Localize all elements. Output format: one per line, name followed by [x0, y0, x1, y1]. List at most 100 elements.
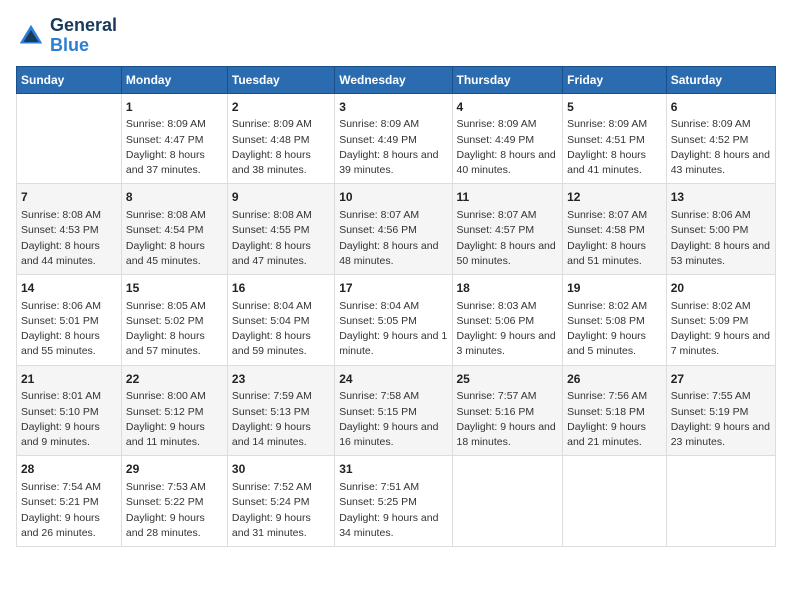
- day-number: 12: [567, 189, 662, 206]
- day-number: 30: [232, 461, 330, 478]
- weekday-header-monday: Monday: [121, 66, 227, 93]
- day-detail: Sunrise: 8:09 AMSunset: 4:49 PMDaylight:…: [339, 117, 447, 178]
- calendar-cell: 9Sunrise: 8:08 AMSunset: 4:55 PMDaylight…: [227, 184, 334, 275]
- calendar-cell: 4Sunrise: 8:09 AMSunset: 4:49 PMDaylight…: [452, 93, 563, 184]
- day-detail: Sunrise: 8:01 AMSunset: 5:10 PMDaylight:…: [21, 389, 117, 450]
- weekday-header-friday: Friday: [563, 66, 667, 93]
- day-detail: Sunrise: 8:06 AMSunset: 5:01 PMDaylight:…: [21, 299, 117, 360]
- day-number: 13: [671, 189, 771, 206]
- day-detail: Sunrise: 7:56 AMSunset: 5:18 PMDaylight:…: [567, 389, 662, 450]
- day-number: 6: [671, 99, 771, 116]
- calendar-cell: 26Sunrise: 7:56 AMSunset: 5:18 PMDayligh…: [563, 365, 667, 456]
- day-number: 14: [21, 280, 117, 297]
- day-number: 21: [21, 371, 117, 388]
- day-detail: Sunrise: 7:54 AMSunset: 5:21 PMDaylight:…: [21, 480, 117, 541]
- day-number: 26: [567, 371, 662, 388]
- calendar-cell: [452, 456, 563, 547]
- logo-text-line1: General: [50, 16, 117, 36]
- calendar-cell: [563, 456, 667, 547]
- weekday-header-row: SundayMondayTuesdayWednesdayThursdayFrid…: [17, 66, 776, 93]
- calendar-week-row: 28 Sunrise: 7:54 AMSunset: 5:21 PMDayligh…: [17, 456, 776, 547]
- day-detail: Sunrise: 8:02 AMSunset: 5:09 PMDaylight:…: [671, 299, 771, 360]
- calendar-cell: [17, 93, 122, 184]
- calendar-week-row: 1Sunrise: 8:09 AMSunset: 4:47 PMDaylight…: [17, 93, 776, 184]
- calendar-cell: 7Sunrise: 8:08 AMSunset: 4:53 PMDaylight…: [17, 184, 122, 275]
- day-detail: Sunrise: 7:52 AMSunset: 5:24 PMDaylight:…: [232, 480, 330, 541]
- day-number: 8: [126, 189, 223, 206]
- day-detail: Sunrise: 8:09 AMSunset: 4:52 PMDaylight:…: [671, 117, 771, 178]
- day-number: 3: [339, 99, 447, 116]
- day-number: 5: [567, 99, 662, 116]
- calendar-cell: 10Sunrise: 8:07 AMSunset: 4:56 PMDayligh…: [335, 184, 452, 275]
- calendar-cell: 25Sunrise: 7:57 AMSunset: 5:16 PMDayligh…: [452, 365, 563, 456]
- day-number: 1: [126, 99, 223, 116]
- calendar-cell: 28 Sunrise: 7:54 AMSunset: 5:21 PMDayligh…: [17, 456, 122, 547]
- weekday-header-saturday: Saturday: [666, 66, 775, 93]
- calendar-cell: 12 Sunrise: 8:07 AMSunset: 4:58 PMDayligh…: [563, 184, 667, 275]
- day-detail: Sunrise: 8:07 AMSunset: 4:56 PMDaylight:…: [339, 208, 447, 269]
- day-detail: Sunrise: 8:07 AMSunset: 4:58 PMDaylight:…: [567, 208, 662, 269]
- calendar-week-row: 21Sunrise: 8:01 AMSunset: 5:10 PMDayligh…: [17, 365, 776, 456]
- day-number: 22: [126, 371, 223, 388]
- day-detail: Sunrise: 7:57 AMSunset: 5:16 PMDaylight:…: [457, 389, 559, 450]
- logo-text-line2: Blue: [50, 36, 117, 56]
- calendar-cell: 23Sunrise: 7:59 AMSunset: 5:13 PMDayligh…: [227, 365, 334, 456]
- day-number: 2: [232, 99, 330, 116]
- calendar-cell: 22Sunrise: 8:00 AMSunset: 5:12 PMDayligh…: [121, 365, 227, 456]
- day-detail: Sunrise: 8:02 AMSunset: 5:08 PMDaylight:…: [567, 299, 662, 360]
- day-detail: Sunrise: 8:06 AMSunset: 5:00 PMDaylight:…: [671, 208, 771, 269]
- calendar-cell: 14 Sunrise: 8:06 AMSunset: 5:01 PMDayligh…: [17, 274, 122, 365]
- day-number: 24: [339, 371, 447, 388]
- day-number: 4: [457, 99, 559, 116]
- day-detail: Sunrise: 8:09 AMSunset: 4:48 PMDaylight:…: [232, 117, 330, 178]
- day-number: 17: [339, 280, 447, 297]
- calendar-cell: 21Sunrise: 8:01 AMSunset: 5:10 PMDayligh…: [17, 365, 122, 456]
- day-number: 20: [671, 280, 771, 297]
- logo: General Blue: [16, 16, 117, 56]
- day-detail: Sunrise: 7:59 AMSunset: 5:13 PMDaylight:…: [232, 389, 330, 450]
- weekday-header-wednesday: Wednesday: [335, 66, 452, 93]
- calendar-cell: 17 Sunrise: 8:04 AMSunset: 5:05 PMDayligh…: [335, 274, 452, 365]
- calendar-cell: 27Sunrise: 7:55 AMSunset: 5:19 PMDayligh…: [666, 365, 775, 456]
- calendar-cell: 5Sunrise: 8:09 AMSunset: 4:51 PMDaylight…: [563, 93, 667, 184]
- calendar-cell: [666, 456, 775, 547]
- calendar-cell: 11Sunrise: 8:07 AMSunset: 4:57 PMDayligh…: [452, 184, 563, 275]
- calendar-week-row: 14 Sunrise: 8:06 AMSunset: 5:01 PMDayligh…: [17, 274, 776, 365]
- weekday-header-thursday: Thursday: [452, 66, 563, 93]
- day-number: 28: [21, 461, 117, 478]
- page-header: General Blue: [16, 16, 776, 56]
- day-detail: Sunrise: 8:05 AMSunset: 5:02 PMDaylight:…: [126, 299, 223, 360]
- day-detail: Sunrise: 7:53 AMSunset: 5:22 PMDaylight:…: [126, 480, 223, 541]
- calendar-cell: 29 Sunrise: 7:53 AMSunset: 5:22 PMDayligh…: [121, 456, 227, 547]
- calendar-cell: 30 Sunrise: 7:52 AMSunset: 5:24 PMDayligh…: [227, 456, 334, 547]
- calendar-cell: 15 Sunrise: 8:05 AMSunset: 5:02 PMDayligh…: [121, 274, 227, 365]
- calendar-cell: 13 Sunrise: 8:06 AMSunset: 5:00 PMDayligh…: [666, 184, 775, 275]
- calendar-cell: 16Sunrise: 8:04 AMSunset: 5:04 PMDayligh…: [227, 274, 334, 365]
- day-number: 15: [126, 280, 223, 297]
- day-number: 31: [339, 461, 447, 478]
- calendar-cell: 31 Sunrise: 7:51 AMSunset: 5:25 PMDayligh…: [335, 456, 452, 547]
- day-detail: Sunrise: 7:58 AMSunset: 5:15 PMDaylight:…: [339, 389, 447, 450]
- calendar-cell: 2Sunrise: 8:09 AMSunset: 4:48 PMDaylight…: [227, 93, 334, 184]
- day-detail: Sunrise: 8:04 AMSunset: 5:04 PMDaylight:…: [232, 299, 330, 360]
- weekday-header-sunday: Sunday: [17, 66, 122, 93]
- day-detail: Sunrise: 8:09 AMSunset: 4:51 PMDaylight:…: [567, 117, 662, 178]
- day-detail: Sunrise: 8:07 AMSunset: 4:57 PMDaylight:…: [457, 208, 559, 269]
- day-detail: Sunrise: 8:09 AMSunset: 4:49 PMDaylight:…: [457, 117, 559, 178]
- day-detail: Sunrise: 8:04 AMSunset: 5:05 PMDaylight:…: [339, 299, 447, 360]
- calendar-cell: 24Sunrise: 7:58 AMSunset: 5:15 PMDayligh…: [335, 365, 452, 456]
- calendar-cell: 3Sunrise: 8:09 AMSunset: 4:49 PMDaylight…: [335, 93, 452, 184]
- logo-icon: [16, 21, 46, 51]
- calendar-week-row: 7Sunrise: 8:08 AMSunset: 4:53 PMDaylight…: [17, 184, 776, 275]
- day-detail: Sunrise: 8:00 AMSunset: 5:12 PMDaylight:…: [126, 389, 223, 450]
- day-number: 19: [567, 280, 662, 297]
- calendar-cell: 1Sunrise: 8:09 AMSunset: 4:47 PMDaylight…: [121, 93, 227, 184]
- day-detail: Sunrise: 8:08 AMSunset: 4:53 PMDaylight:…: [21, 208, 117, 269]
- day-detail: Sunrise: 8:03 AMSunset: 5:06 PMDaylight:…: [457, 299, 559, 360]
- day-detail: Sunrise: 8:08 AMSunset: 4:55 PMDaylight:…: [232, 208, 330, 269]
- day-number: 29: [126, 461, 223, 478]
- calendar-cell: 8Sunrise: 8:08 AMSunset: 4:54 PMDaylight…: [121, 184, 227, 275]
- calendar-table: SundayMondayTuesdayWednesdayThursdayFrid…: [16, 66, 776, 547]
- day-number: 23: [232, 371, 330, 388]
- day-detail: Sunrise: 7:51 AMSunset: 5:25 PMDaylight:…: [339, 480, 447, 541]
